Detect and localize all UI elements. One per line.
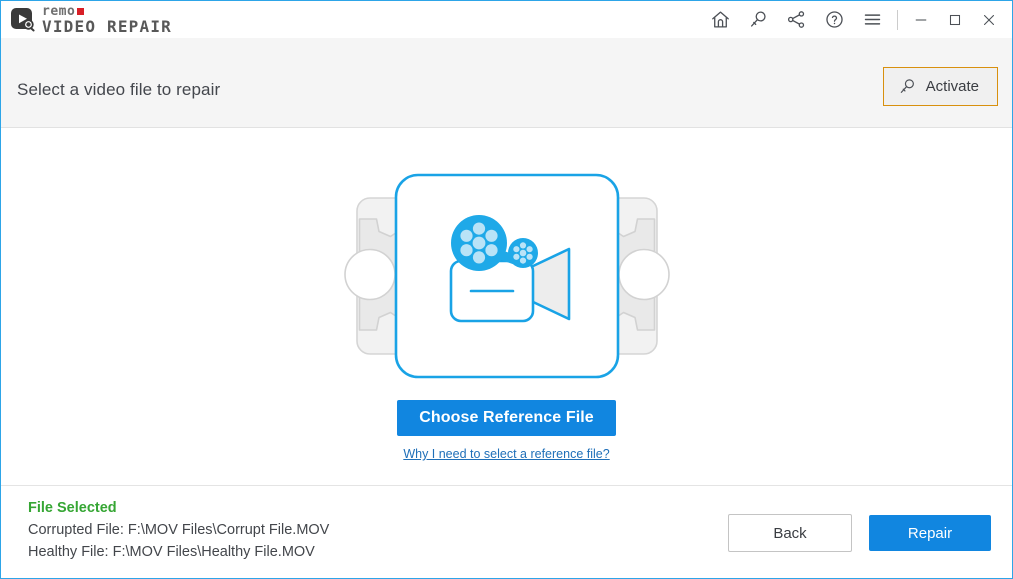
brand-name-text: remo: [42, 5, 75, 18]
choose-reference-file-button[interactable]: Choose Reference File: [397, 400, 616, 436]
help-icon[interactable]: [815, 1, 853, 38]
corrupted-file-path: Corrupted File: F:\MOV Files\Corrupt Fil…: [28, 522, 329, 538]
activate-button-label: Activate: [926, 78, 979, 95]
video-repair-illustration: [302, 171, 712, 381]
file-selected-label: File Selected: [28, 500, 329, 516]
maximize-button[interactable]: [938, 1, 972, 38]
title-bar: remo VIDEO REPAIR: [1, 1, 1012, 38]
brand-line-1: remo: [42, 5, 172, 18]
file-status-block: File Selected Corrupted File: F:\MOV Fil…: [28, 500, 329, 560]
titlebar-divider: [897, 10, 898, 30]
app-window: remo VIDEO REPAIR: [0, 0, 1013, 579]
repair-button[interactable]: Repair: [869, 515, 991, 551]
titlebar-controls: [701, 1, 1012, 38]
brand-line-2: VIDEO REPAIR: [42, 19, 172, 35]
healthy-file-path: Healthy File: F:\MOV Files\Healthy File.…: [28, 544, 329, 560]
key-icon[interactable]: [739, 1, 777, 38]
brand-wordmark: remo VIDEO REPAIR: [42, 5, 172, 35]
menu-icon[interactable]: [853, 1, 891, 38]
brand-logo: remo VIDEO REPAIR: [1, 1, 172, 38]
close-button[interactable]: [972, 1, 1006, 38]
remo-logo-icon: [10, 6, 38, 34]
back-button[interactable]: Back: [728, 514, 852, 552]
share-icon[interactable]: [777, 1, 815, 38]
activate-button[interactable]: Activate: [883, 67, 998, 106]
brand-accent-dot: [77, 8, 84, 15]
footer-actions: Back Repair: [728, 514, 991, 552]
home-icon[interactable]: [701, 1, 739, 38]
key-icon: [898, 77, 917, 96]
page-title: Select a video file to repair: [17, 80, 220, 100]
main-content: Choose Reference File Why I need to sele…: [1, 128, 1012, 485]
header-bar: Select a video file to repair Activate: [1, 38, 1012, 128]
why-reference-file-link[interactable]: Why I need to select a reference file?: [403, 447, 609, 461]
minimize-button[interactable]: [904, 1, 938, 38]
footer-bar: File Selected Corrupted File: F:\MOV Fil…: [1, 485, 1012, 578]
